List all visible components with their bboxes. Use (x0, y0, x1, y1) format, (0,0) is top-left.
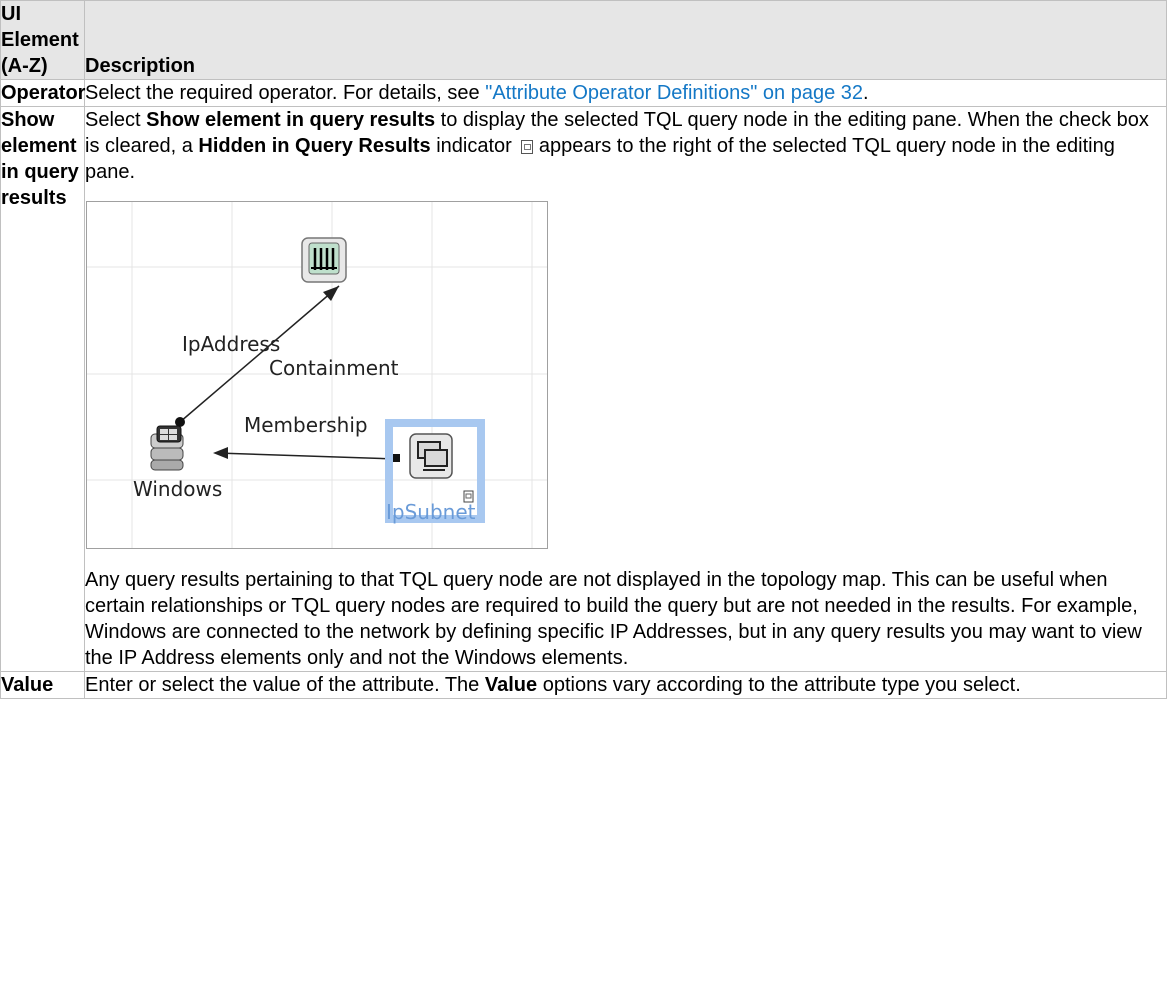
hidden-indicator-icon (521, 139, 534, 154)
header-description: Description (84, 0, 1167, 80)
row-desc-show-element: Select Show element in query results to … (84, 106, 1167, 672)
desc-text: Select (85, 109, 147, 131)
bold-term: Show element in query results (146, 109, 436, 131)
tql-query-figure: IpAddress Containment Membership Windows… (86, 201, 548, 549)
row-desc-operator: Select the required operator. For detail… (84, 79, 1167, 107)
ip-subnet-node-icon[interactable] (409, 433, 453, 479)
containment-arrow-head (323, 286, 339, 301)
desc-text: Enter or select the value of the attribu… (85, 674, 485, 696)
windows-node-icon[interactable] (150, 425, 184, 471)
row-name-show-element: Show element in query results (0, 106, 85, 672)
ipaddress-label: IpAddress (182, 332, 281, 356)
header-ui-element: UI Element (A-Z) (0, 0, 85, 80)
desc-paragraph-1: Select Show element in query results to … (85, 107, 1166, 185)
row-name-operator: Operator (0, 79, 85, 107)
bold-term: Hidden in Query Results (198, 135, 431, 157)
membership-edge (216, 452, 397, 460)
membership-edge-start-marker (392, 454, 400, 462)
ui-elements-table: UI Element (A-Z) Description Operator Se… (0, 0, 1167, 699)
desc-text: options vary according to the attribute … (537, 674, 1021, 696)
row-desc-value: Enter or select the value of the attribu… (84, 671, 1167, 699)
row-name-value: Value (0, 671, 85, 699)
desc-text: indicator (430, 135, 518, 157)
membership-arrow-head (213, 447, 228, 459)
desc-text: Select the required operator. For detail… (85, 82, 486, 104)
containment-label: Containment (269, 356, 399, 380)
ipsubnet-label: IpSubnet (386, 500, 476, 524)
desc-paragraph-2: Any query results pertaining to that TQL… (85, 569, 1142, 669)
windows-label: Windows (133, 477, 223, 501)
membership-label: Membership (244, 413, 368, 437)
ip-address-node-icon[interactable] (301, 237, 347, 283)
bold-term: Value (484, 674, 538, 696)
attribute-operator-definitions-link[interactable]: "Attribute Operator Definitions" on page… (485, 82, 863, 104)
desc-text: . (863, 82, 869, 104)
table-header-row: UI Element (A-Z) Description (0, 0, 1167, 80)
table-row-operator: Operator Select the required operator. F… (0, 79, 1167, 107)
table-row-value: Value Enter or select the value of the a… (0, 671, 1167, 699)
table-row-show-element: Show element in query results Select Sho… (0, 106, 1167, 672)
